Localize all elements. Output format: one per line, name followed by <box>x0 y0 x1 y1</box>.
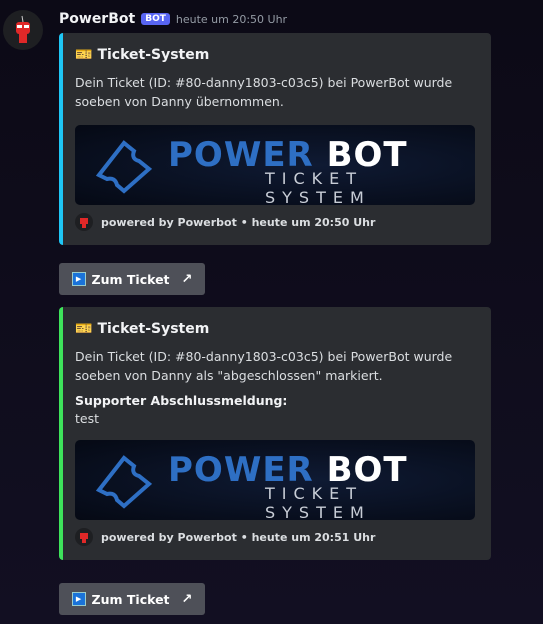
button-label: Zum Ticket <box>91 591 170 607</box>
embed-title-text: Ticket-System <box>97 321 210 337</box>
footer-avatar-icon <box>75 213 93 231</box>
message-header: PowerBot BOT heute um 20:50 Uhr <box>59 11 287 27</box>
author-name[interactable]: PowerBot <box>59 11 135 27</box>
embed-title-text: Ticket-System <box>97 47 210 63</box>
embed-title: 🎫 Ticket-System <box>75 321 475 337</box>
bot-badge: BOT <box>141 13 170 25</box>
ticket-system-banner[interactable]: POWER BOT TICKET SYSTEM <box>75 125 475 205</box>
embed-description: Dein Ticket (ID: #80-danny1803-c03c5) be… <box>75 75 453 109</box>
embed-title: 🎫 Ticket-System <box>75 47 475 63</box>
embed-footer: powered by Powerbot • heute um 20:50 Uhr <box>75 213 475 231</box>
bot-avatar[interactable] <box>3 10 43 50</box>
footer-text: powered by Powerbot • heute um 20:50 Uhr <box>101 215 376 229</box>
banner-subtitle: TICKET SYSTEM <box>265 169 371 205</box>
zum-ticket-button[interactable]: ▶ Zum Ticket ↗ <box>59 583 205 615</box>
field-value: test <box>75 411 100 426</box>
external-link-icon: ↗ <box>181 271 193 287</box>
ticket-system-banner[interactable]: POWER BOT TICKET SYSTEM <box>75 440 475 520</box>
embed-ticket-claimed: 🎫 Ticket-System Dein Ticket (ID: #80-dann… <box>59 33 491 245</box>
ticket-icon: 🎫 <box>75 321 93 337</box>
field-name: Supporter Abschlussmeldung: <box>75 393 288 408</box>
ticket-outline-icon <box>95 140 153 194</box>
banner-subtitle: TICKET SYSTEM <box>265 484 371 520</box>
button-label: Zum Ticket <box>91 271 170 287</box>
footer-avatar-icon <box>75 528 93 546</box>
embed-ticket-closed: 🎫 Ticket-System Dein Ticket (ID: #80-dann… <box>59 307 491 560</box>
ticket-icon: 🎫 <box>75 47 93 63</box>
play-icon: ▶ <box>71 592 86 606</box>
embed-footer: powered by Powerbot • heute um 20:51 Uhr <box>75 528 475 546</box>
embed-description: Dein Ticket (ID: #80-danny1803-c03c5) be… <box>75 349 453 383</box>
zum-ticket-button[interactable]: ▶ Zum Ticket ↗ <box>59 263 205 295</box>
footer-text: powered by Powerbot • heute um 20:51 Uhr <box>101 530 376 544</box>
external-link-icon: ↗ <box>181 591 193 607</box>
ticket-outline-icon <box>95 455 153 509</box>
message-timestamp: heute um 20:50 Uhr <box>175 12 288 26</box>
play-icon: ▶ <box>71 272 86 286</box>
